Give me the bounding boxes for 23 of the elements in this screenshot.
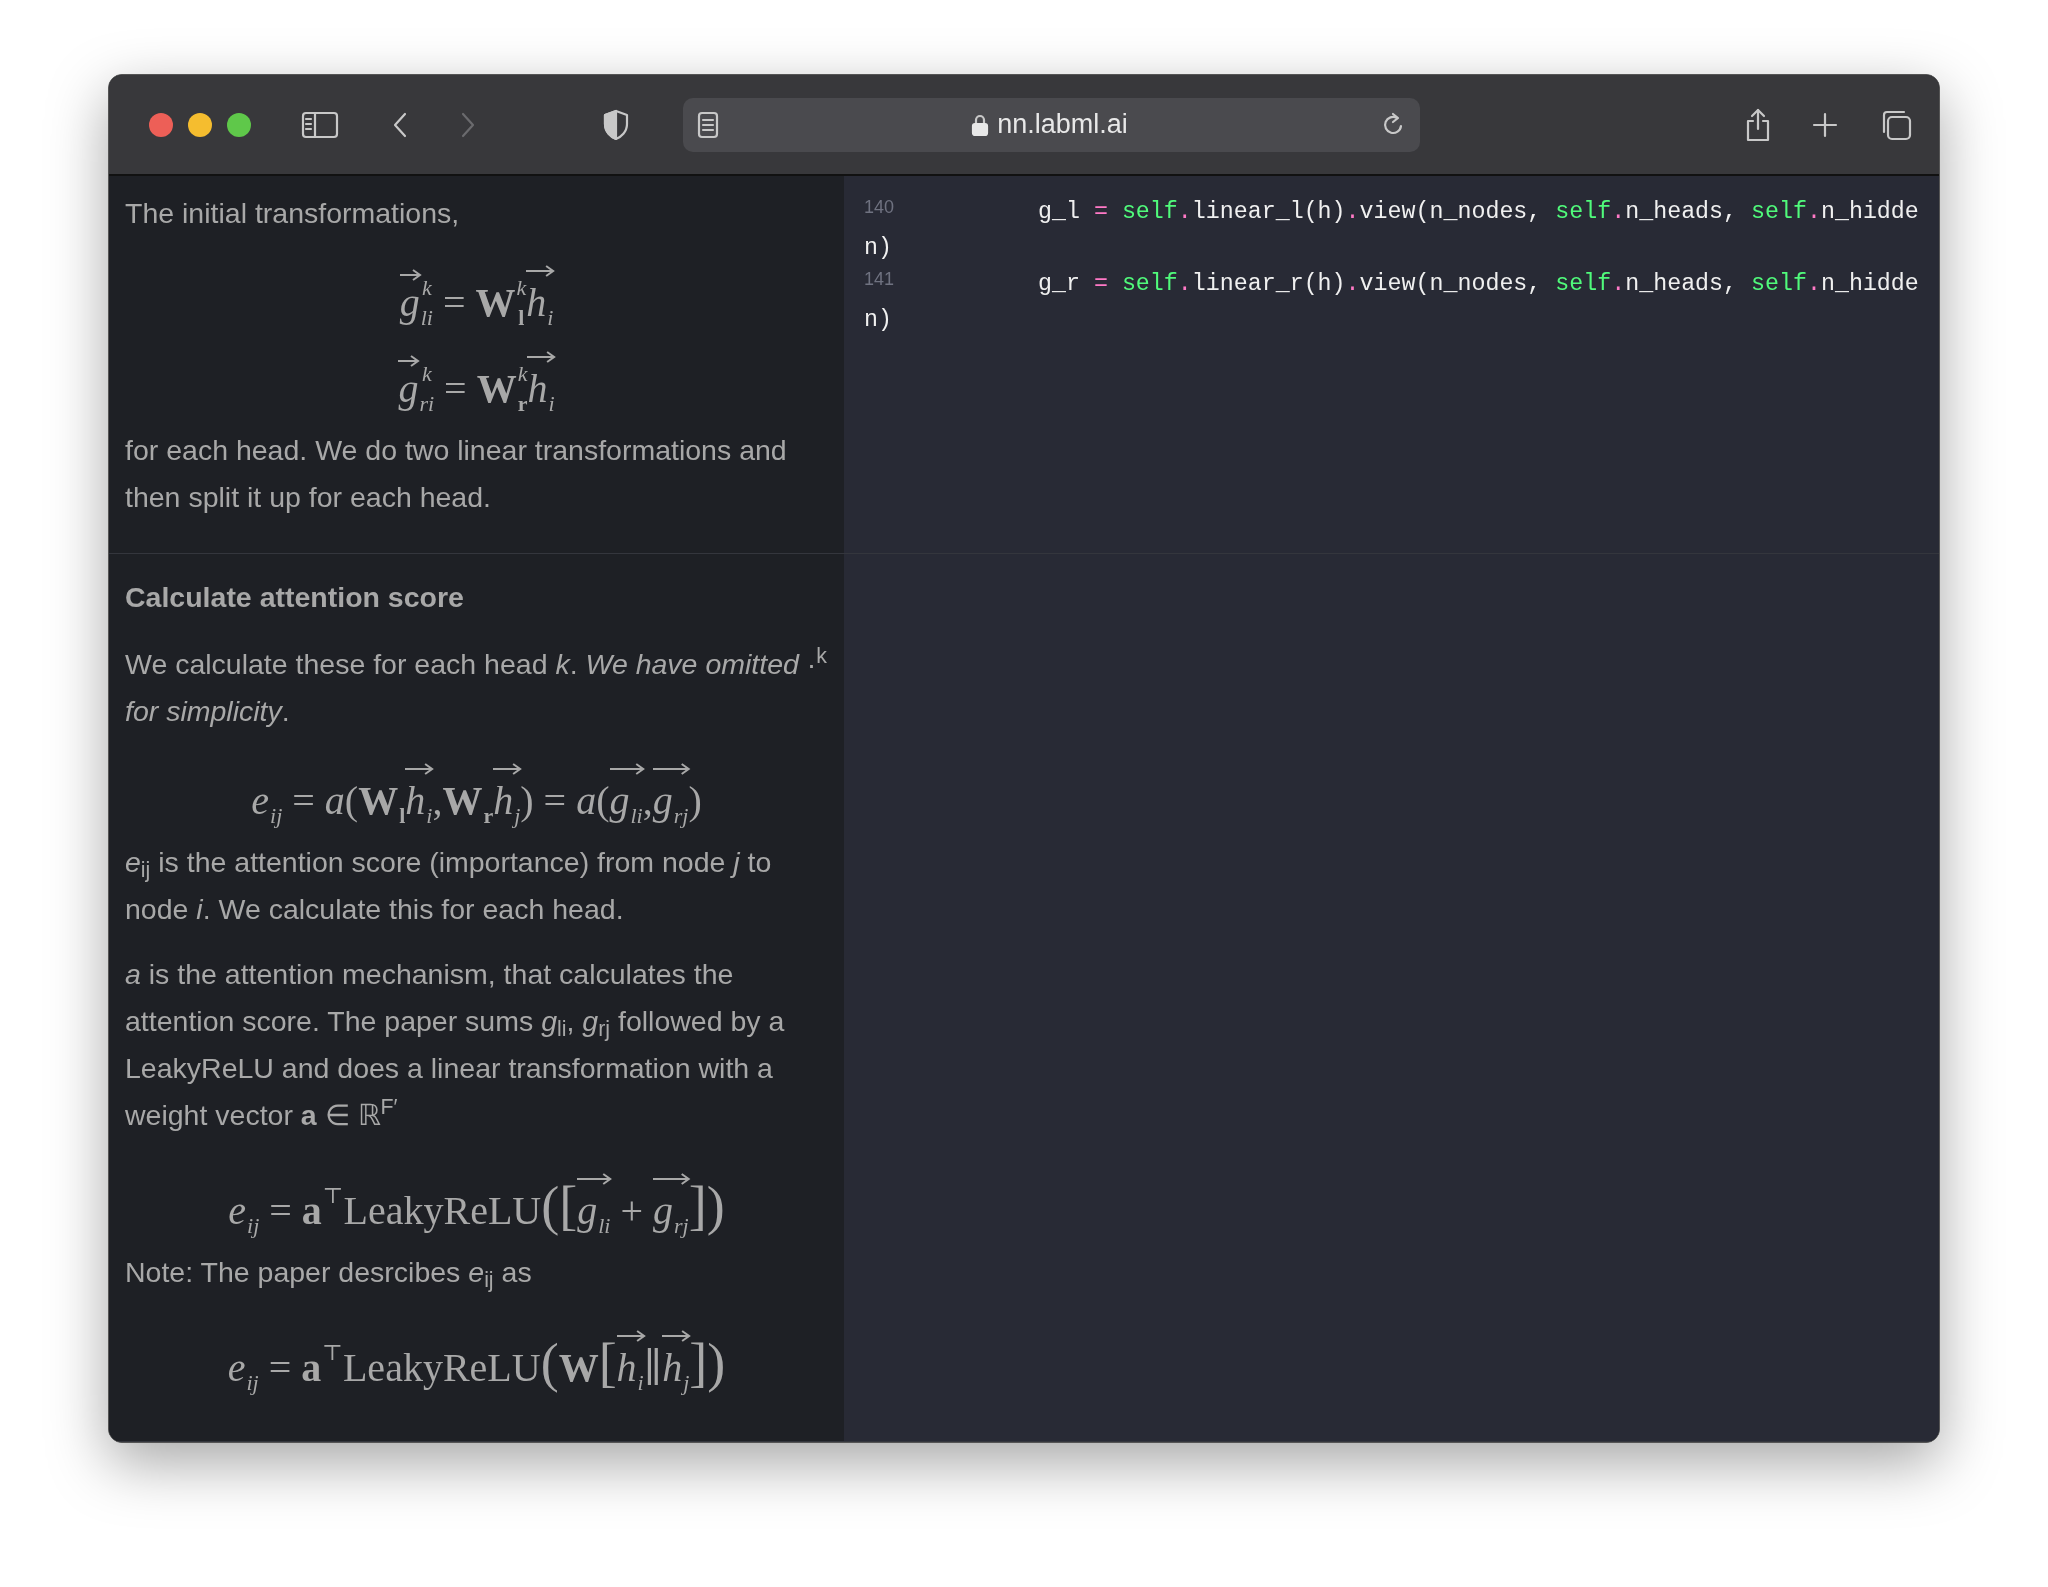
paragraph: for each head. We do two linear transformations and then split it up for each head.	[125, 433, 788, 515]
url-text[interactable]: nn.labml.ai	[997, 104, 1128, 145]
lock-icon[interactable]	[971, 112, 990, 137]
paragraph: We calculate these for each head k. We have omitted ·$^{k}$ for simplicity.	[125, 643, 828, 729]
code-line: n)	[864, 306, 892, 335]
address-bar[interactable]: nn.labml.ai	[683, 97, 1420, 152]
zoom-button[interactable]	[227, 112, 251, 137]
close-button[interactable]	[149, 112, 173, 137]
reader-icon[interactable]	[697, 110, 719, 139]
paragraph: e$_{ij}$ is the attention score (importance) from node j to node i. We calculate this for each head.	[125, 845, 773, 927]
paragraph: a is the attention mechanism, that calculates the attention score. The paper sums g$_{li}$, g$_{rj}$ followed by a LeakyReLU and does a linear transformation with a weight vector a ∈ ℝ$^{F′}$	[125, 957, 786, 1133]
line-number: 140	[864, 196, 896, 219]
section-heading: Calculate attention score	[125, 580, 465, 615]
code-line: g_r = self.linear_r(h).view(n_nodes, self.n_heads, self.n_hidde	[1038, 270, 1919, 299]
new-tab-icon[interactable]	[1811, 110, 1839, 139]
shield-icon[interactable]	[601, 107, 631, 142]
code-line: g_l = self.linear_l(h).view(n_nodes, self.n_heads, self.n_hidde	[1038, 198, 1919, 227]
minimize-button[interactable]	[188, 112, 212, 137]
paragraph: Note: The paper desrcibes e$_{ij}$ as	[125, 1255, 533, 1295]
line-number: 141	[864, 268, 896, 291]
sidebar-icon[interactable]	[301, 109, 339, 140]
paragraph: The initial transformations,	[125, 196, 461, 231]
code-line: n)	[864, 234, 892, 263]
